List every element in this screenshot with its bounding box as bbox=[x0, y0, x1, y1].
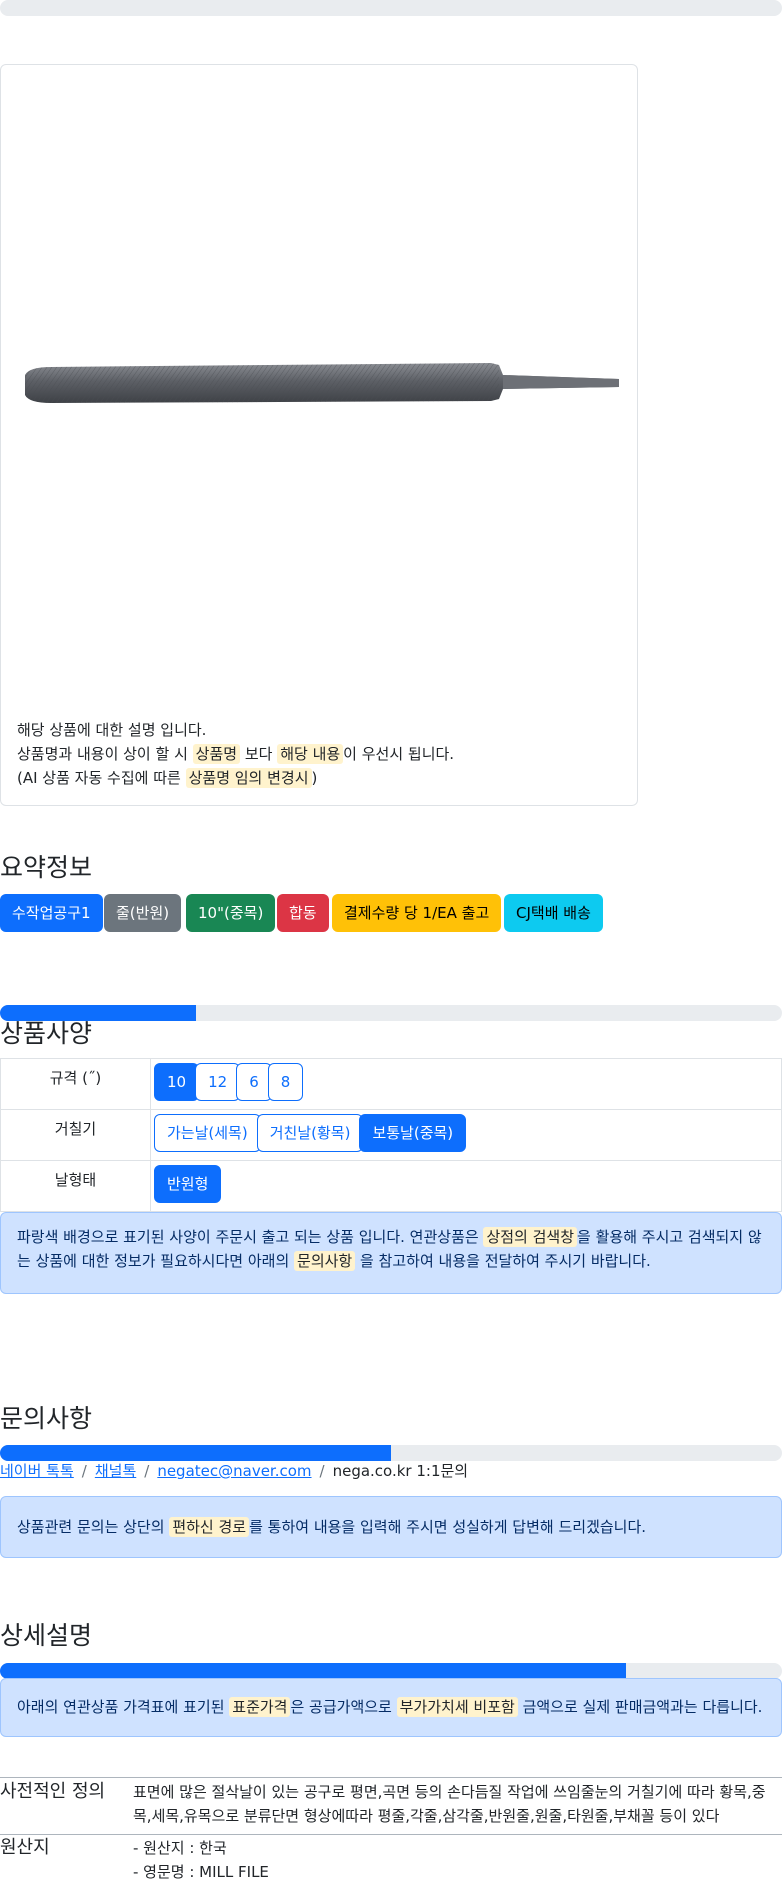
spec-row-blade: 날형태 반원형 bbox=[0, 1160, 782, 1212]
spec-label-blade: 날형태 bbox=[0, 1160, 151, 1212]
spec-notice: 파랑색 배경으로 표기된 사양이 주문시 출고 되는 상품 입니다. 연관상품은… bbox=[0, 1212, 782, 1294]
notice-text: 파랑색 배경으로 표기된 사양이 주문시 출고 되는 상품 입니다. 연관상품은 bbox=[17, 1228, 484, 1246]
inquiry-notice: 상품관련 문의는 상단의 편하신 경로 를 통하여 내용을 입력해 주시면 성실하… bbox=[0, 1496, 782, 1558]
spec-progress-bar bbox=[0, 1005, 782, 1021]
spec-options-size: 10 12 6 8 bbox=[150, 1058, 782, 1110]
origin-line2: - 영문명 : MILL FILE bbox=[133, 1863, 269, 1881]
inquiry-progress-bar bbox=[0, 1445, 782, 1461]
notice-text: 금액으로 실제 판매금액과는 다릅니다. bbox=[517, 1698, 763, 1716]
product-card: 해당 상품에 대한 설명 입니다. 상품명과 내용이 상이 할 시 상품명 보다… bbox=[0, 64, 638, 806]
detail-progress-bar bbox=[0, 1663, 782, 1679]
badge-type: 줄(반원) bbox=[104, 894, 182, 932]
channel-talk-link[interactable]: 채널톡 bbox=[95, 1462, 136, 1480]
highlight-standard-price: 표준가격 bbox=[229, 1697, 291, 1717]
badge-maker: 합동 bbox=[277, 894, 329, 932]
highlight-inquiry: 문의사항 bbox=[294, 1251, 356, 1271]
spec-option-button[interactable]: 6 bbox=[236, 1063, 272, 1101]
separator: / bbox=[144, 1462, 150, 1480]
file-tool-image bbox=[25, 363, 619, 403]
inquiry-links: 네이버 톡톡 / 채널톡 / negatec@naver.com / nega.co.kr … bbox=[0, 1460, 468, 1482]
spec-option-button[interactable]: 거친날(황목) bbox=[256, 1114, 364, 1152]
spec-label-roughness: 거칠기 bbox=[0, 1109, 151, 1161]
notice-text: 을 참고하여 내용을 전달하여 주시기 바랍니다. bbox=[355, 1252, 651, 1270]
spec-option-button[interactable]: 10 bbox=[154, 1063, 200, 1101]
notice-text: 상품관련 문의는 상단의 bbox=[17, 1518, 170, 1536]
note-text: 이 우선시 됩니다. bbox=[343, 745, 455, 763]
inquiry-progress-fill bbox=[0, 1445, 391, 1461]
product-note-line3: (AI 상품 자동 수집에 따른 상품명 임의 변경시) bbox=[17, 768, 317, 788]
detail-notice: 아래의 연관상품 가격표에 표기된 표준가격 은 공급가액으로 부가가치세 비포함… bbox=[0, 1678, 782, 1737]
spec-options-blade: 반원형 bbox=[150, 1160, 782, 1212]
note-text: (AI 상품 자동 수집에 따른 bbox=[17, 769, 186, 787]
note-text: 보다 bbox=[240, 745, 278, 763]
highlight-search: 상점의 검색창 bbox=[483, 1227, 578, 1247]
badge-size: 10"(중목) bbox=[186, 894, 276, 932]
top-progress-bar bbox=[0, 0, 782, 16]
product-note-line2: 상품명과 내용이 상이 할 시 상품명 보다 해당 내용 이 우선시 됩니다. bbox=[17, 744, 454, 764]
badge-category: 수작업공구1 bbox=[0, 894, 103, 932]
badge-qty: 결제수량 당 1/EA 출고 bbox=[332, 894, 502, 932]
spec-option-button[interactable]: 12 bbox=[195, 1063, 241, 1101]
email-link[interactable]: negatec@naver.com bbox=[157, 1462, 311, 1480]
spec-option-button[interactable]: 보통날(중목) bbox=[359, 1114, 467, 1152]
highlight-vat: 부가가치세 비포함 bbox=[396, 1697, 518, 1717]
separator: / bbox=[81, 1462, 87, 1480]
spec-label-size: 규격 (˝) bbox=[0, 1058, 151, 1110]
spec-option-button[interactable]: 가는날(세목) bbox=[154, 1114, 261, 1152]
highlight-content: 해당 내용 bbox=[277, 744, 344, 764]
notice-text: 아래의 연관상품 가격표에 표기된 bbox=[17, 1698, 230, 1716]
highlight-route: 편하신 경로 bbox=[169, 1517, 250, 1537]
definition-row: 사전적인 정의 표면에 많은 절삭날이 있는 공구로 평면,곡면 등의 손다듬질… bbox=[0, 1777, 782, 1835]
spec-options-roughness: 가는날(세목) 거친날(황목) 보통날(중목) bbox=[150, 1109, 782, 1161]
spec-option-button[interactable]: 8 bbox=[267, 1063, 304, 1101]
note-text: 상품명과 내용이 상이 할 시 bbox=[17, 745, 193, 763]
detail-heading: 상세설명 bbox=[0, 1621, 93, 1650]
naver-talk-link[interactable]: 네이버 톡톡 bbox=[0, 1462, 74, 1480]
spec-heading: 상품사양 bbox=[0, 1019, 93, 1048]
spec-option-button[interactable]: 반원형 bbox=[154, 1165, 222, 1203]
note-text: ) bbox=[311, 769, 318, 787]
highlight-product-name: 상품명 bbox=[192, 744, 241, 764]
inquiry-heading: 문의사항 bbox=[0, 1404, 93, 1433]
notice-text: 를 통하여 내용을 입력해 주시면 성실하게 답변해 드리겠습니다. bbox=[249, 1518, 647, 1536]
spec-table: 규격 (˝) 10 12 6 8 거칠기 가는날(세목) 거친날(황목) 보통날(중목) … bbox=[0, 1058, 782, 1212]
summary-heading: 요약정보 bbox=[0, 853, 93, 882]
origin-term: 원산지 bbox=[0, 1837, 50, 1858]
origin-line1: - 원산지 : 한국 bbox=[133, 1839, 227, 1857]
product-note-line1: 해당 상품에 대한 설명 입니다. bbox=[17, 721, 207, 739]
highlight-name-change: 상품명 임의 변경시 bbox=[185, 768, 312, 788]
definition-term: 사전적인 정의 bbox=[0, 1781, 106, 1802]
spec-row-roughness: 거칠기 가는날(세목) 거친날(황목) 보통날(중목) bbox=[0, 1109, 782, 1161]
origin-row: 원산지 - 원산지 : 한국 - 영문명 : MILL FILE bbox=[0, 1834, 782, 1884]
separator: / bbox=[319, 1462, 325, 1480]
notice-text: 은 공급가액으로 bbox=[290, 1698, 397, 1716]
badge-shipping: CJ택배 배송 bbox=[504, 894, 603, 932]
detail-progress-fill bbox=[0, 1663, 626, 1679]
site-inquiry-text: nega.co.kr 1:1문의 bbox=[332, 1462, 469, 1480]
definition-text: 표면에 많은 절삭날이 있는 공구로 평면,곡면 등의 손다듬질 작업에 쓰임줄… bbox=[133, 1783, 766, 1825]
spec-row-size: 규격 (˝) 10 12 6 8 bbox=[0, 1058, 782, 1110]
